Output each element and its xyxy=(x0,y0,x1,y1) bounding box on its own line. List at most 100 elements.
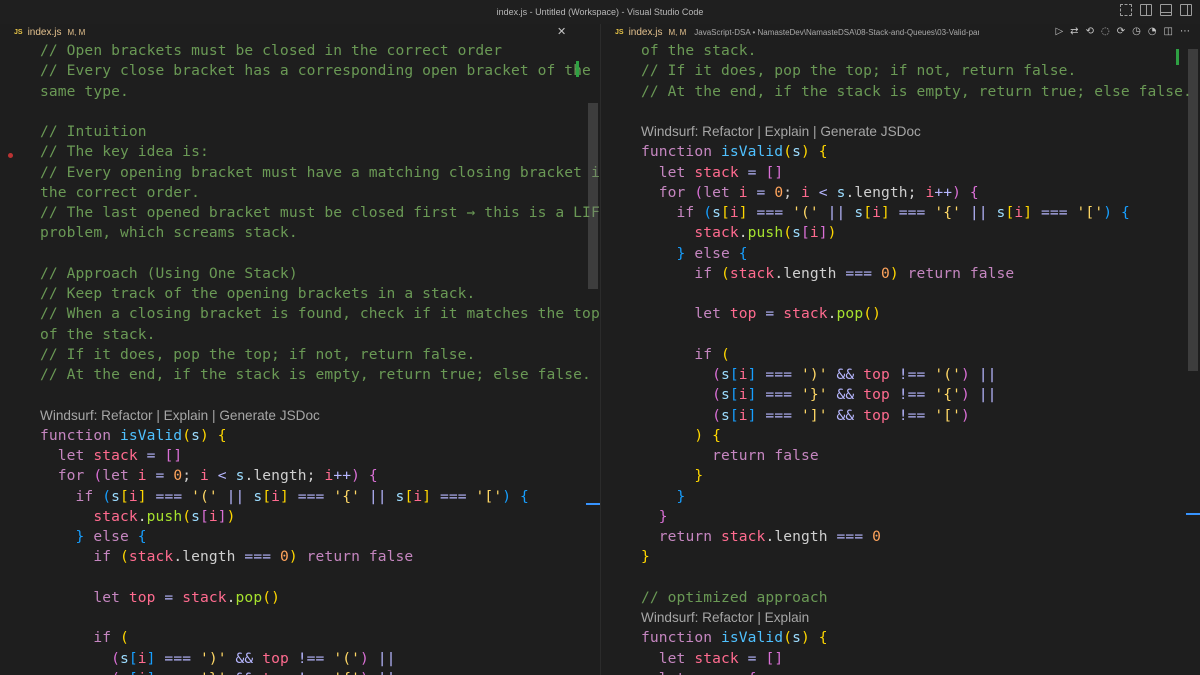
code-token: ] xyxy=(217,507,227,525)
code-line[interactable]: // Keep track of the opening brackets in… xyxy=(40,284,475,304)
code-line[interactable]: return stack.length === 0 xyxy=(641,527,881,547)
code-line[interactable]: // At the end, if the stack is empty, re… xyxy=(641,82,1192,102)
code-line[interactable]: return false xyxy=(641,446,819,466)
code-line[interactable]: // Intuition xyxy=(40,122,147,142)
code-line[interactable]: stack.push(s[i]) xyxy=(40,507,236,527)
left-vertical-scrollbar[interactable] xyxy=(576,41,600,675)
right-code-editor[interactable]: of the stack. // If it does, pop the top;… xyxy=(601,41,1192,675)
code-line[interactable]: ) { xyxy=(641,426,721,446)
code-line[interactable]: for (let i = 0; i < s.length; i++) { xyxy=(40,466,378,486)
customize-layout-icon[interactable] xyxy=(1120,4,1132,16)
left-editor-group[interactable]: JS index.js M, M ✕ // Open brackets must… xyxy=(0,24,600,675)
code-line[interactable]: // Approach (Using One Stack) xyxy=(40,264,298,284)
code-line[interactable]: let map = { xyxy=(641,669,757,675)
code-line[interactable]: // When a closing bracket is found, chec… xyxy=(40,304,600,324)
code-line[interactable]: let top = stack.pop() xyxy=(641,304,881,324)
code-line[interactable]: function isValid(s) { xyxy=(641,628,828,648)
code-line[interactable]: function isValid(s) { xyxy=(641,142,828,162)
code-line[interactable]: // optimized approach xyxy=(641,588,828,608)
compare-icon[interactable]: ⇄ xyxy=(1070,27,1078,37)
code-line[interactable]: if (s[i] === '(' || s[i] === '{' || s[i]… xyxy=(40,487,529,507)
code-token: ) xyxy=(226,507,236,525)
right-vertical-scrollbar[interactable] xyxy=(1176,41,1200,675)
code-line[interactable]: let stack = [] xyxy=(40,446,182,466)
code-token: ( xyxy=(111,649,120,667)
code-line[interactable]: // If it does, pop the top; if not, retu… xyxy=(40,345,475,365)
code-line[interactable]: } xyxy=(641,547,650,567)
codelens-actions[interactable]: Windsurf: Refactor | Explain | Generate … xyxy=(40,408,320,423)
code-line[interactable]: Windsurf: Refactor | Explain | Generate … xyxy=(641,122,921,142)
code-line[interactable]: stack.push(s[i]) xyxy=(641,223,837,243)
codelens-actions[interactable]: Windsurf: Refactor | Explain xyxy=(641,610,809,625)
split-editor-icon[interactable]: ◫ xyxy=(1164,27,1173,37)
code-line[interactable]: let stack = [] xyxy=(641,163,783,183)
timeline-icon[interactable]: ◷ xyxy=(1132,27,1141,37)
code-line[interactable]: (s[i] === ']' && top !== '[') xyxy=(641,406,970,426)
code-line[interactable]: problem, which screams stack. xyxy=(40,223,298,243)
code-line[interactable]: (s[i] === '}' && top !== '{') || xyxy=(641,385,997,405)
code-line[interactable]: // Every close bracket has a correspondi… xyxy=(40,61,591,81)
scrollbar-thumb[interactable] xyxy=(1188,49,1198,371)
code-token: // Intuition xyxy=(40,123,147,140)
code-line[interactable]: let stack = [] xyxy=(641,649,783,669)
code-token: ( xyxy=(712,406,721,424)
code-line[interactable]: } xyxy=(641,487,686,507)
more-actions-icon[interactable]: ⋯ xyxy=(1180,27,1190,37)
go-back-icon[interactable]: ⟲ xyxy=(1086,27,1094,37)
circle-dot-icon[interactable]: ◌ xyxy=(1101,27,1110,37)
code-token: '}' xyxy=(800,386,828,404)
modified-gutter-marker xyxy=(576,61,579,77)
code-token: '{' xyxy=(333,487,360,505)
code-line[interactable]: Windsurf: Refactor | Explain | Generate … xyxy=(40,406,320,426)
code-line[interactable]: of the stack. xyxy=(40,325,156,345)
code-line[interactable]: the correct order. xyxy=(40,183,200,203)
code-line[interactable]: for (let i = 0; i < s.length; i++) { xyxy=(641,183,979,203)
toggle-primary-sidebar-icon[interactable] xyxy=(1140,4,1152,16)
code-line[interactable]: same type. xyxy=(40,82,129,102)
code-line[interactable]: function isValid(s) { xyxy=(40,426,227,446)
code-line[interactable]: // The key idea is: xyxy=(40,142,209,162)
codelens-actions[interactable]: Windsurf: Refactor | Explain | Generate … xyxy=(641,124,921,139)
left-code-editor[interactable]: // Open brackets must be closed in the c… xyxy=(0,41,600,675)
scrollbar-thumb[interactable] xyxy=(588,103,598,289)
run-icon[interactable]: ▷ xyxy=(1055,27,1063,37)
right-editor-tab[interactable]: JS index.js M, M JavaScript-DSA • Namast… xyxy=(601,24,985,41)
code-line[interactable]: let top = stack.pop() xyxy=(40,588,280,608)
code-line[interactable]: } else { xyxy=(641,244,748,264)
code-line[interactable]: Windsurf: Refactor | Explain xyxy=(641,608,809,628)
code-line[interactable]: of the stack. xyxy=(641,41,757,61)
right-editor-group[interactable]: JS index.js M, M JavaScript-DSA • Namast… xyxy=(601,24,1200,675)
code-line[interactable]: } else { xyxy=(40,527,147,547)
close-icon[interactable]: ✕ xyxy=(557,25,566,38)
windsurf-icon[interactable]: ◔ xyxy=(1148,27,1157,37)
code-token: !== xyxy=(288,649,334,667)
code-line[interactable]: // If it does, pop the top; if not, retu… xyxy=(641,61,1076,81)
code-token: i xyxy=(137,649,147,667)
code-line[interactable]: (s[i] === ')' && top !== '(') || xyxy=(40,649,396,669)
left-editor-tab[interactable]: JS index.js M, M xyxy=(0,24,91,41)
code-line[interactable]: } xyxy=(641,466,703,486)
go-forward-icon[interactable]: ⟳ xyxy=(1117,27,1125,37)
breadcrumb[interactable]: JavaScript-DSA • NamasteDev\NamasteDSA\0… xyxy=(694,28,979,37)
code-line[interactable]: if (s[i] === '(' || s[i] === '{' || s[i]… xyxy=(641,203,1130,223)
code-token: { xyxy=(1121,204,1130,221)
code-line[interactable]: if (stack.length === 0) return false xyxy=(641,264,1014,284)
code-line[interactable]: (s[i] === '}' && top !== '{') || xyxy=(40,669,396,675)
code-line[interactable]: // Open brackets must be closed in the c… xyxy=(40,41,502,61)
breakpoint-dot-icon[interactable] xyxy=(8,153,13,158)
code-token: '}' xyxy=(200,670,227,675)
code-token: [ xyxy=(800,224,810,242)
code-line[interactable]: } xyxy=(641,507,668,527)
code-line[interactable]: // At the end, if the stack is empty, re… xyxy=(40,365,591,385)
code-line[interactable]: if ( xyxy=(641,345,730,365)
toggle-secondary-sidebar-icon[interactable] xyxy=(1180,4,1192,16)
code-token: ) xyxy=(502,487,520,505)
code-line[interactable]: // Every opening bracket must have a mat… xyxy=(40,163,600,183)
code-line[interactable]: (s[i] === ')' && top !== '(') || xyxy=(641,365,997,385)
code-line[interactable]: if (stack.length === 0) return false xyxy=(40,547,413,567)
toggle-panel-icon[interactable] xyxy=(1160,4,1172,16)
code-token: function xyxy=(641,629,721,647)
code-line[interactable]: // The last opened bracket must be close… xyxy=(40,203,600,223)
code-line[interactable]: if ( xyxy=(40,628,129,648)
